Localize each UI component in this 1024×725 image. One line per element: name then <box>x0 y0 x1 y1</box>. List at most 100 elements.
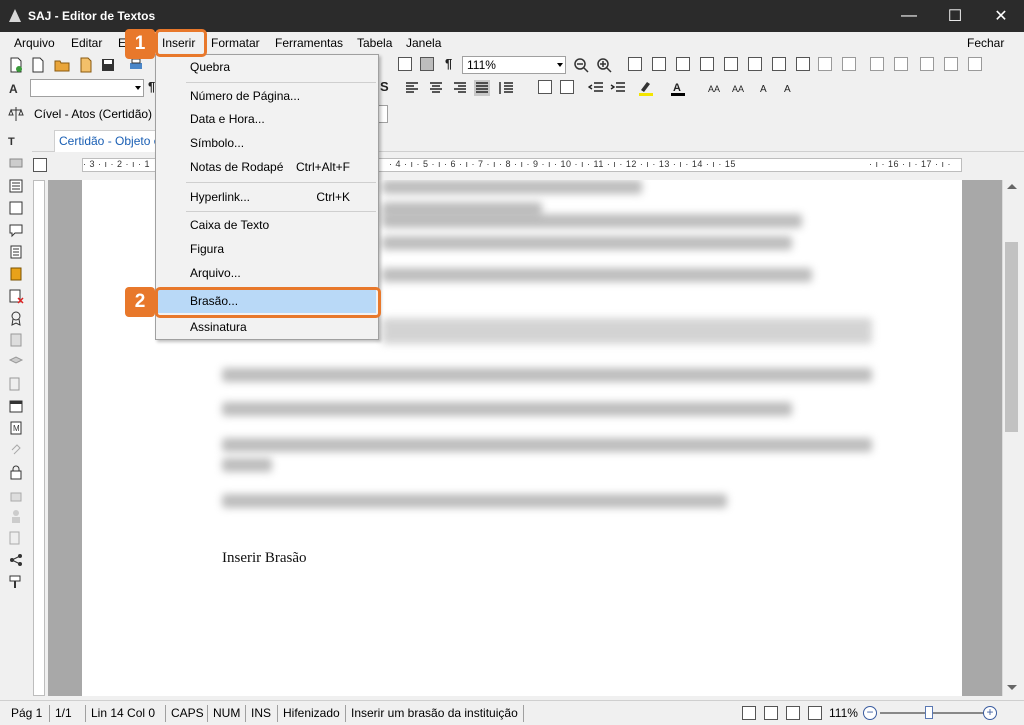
layout-7-icon[interactable] <box>772 57 786 71</box>
text-field-icon[interactable]: T <box>8 134 24 150</box>
numbering-icon[interactable] <box>538 80 552 94</box>
style-combo[interactable] <box>30 79 144 97</box>
scroll-up-icon[interactable] <box>1007 184 1017 189</box>
menu-item-arquivo[interactable]: Arquivo... <box>158 262 376 285</box>
tab-stop-selector[interactable] <box>33 158 47 172</box>
table-grid-icon[interactable] <box>420 57 434 71</box>
style-aa-icon[interactable]: A <box>8 80 24 96</box>
share-icon[interactable] <box>8 552 24 568</box>
menu-item-data-hora[interactable]: Data e Hora... <box>158 108 376 131</box>
document-icon[interactable] <box>30 57 46 73</box>
remove-field-icon[interactable] <box>8 288 24 304</box>
sign-icon[interactable]: M <box>8 420 24 436</box>
menu-arquivo[interactable]: Arquivo <box>14 36 55 50</box>
comment-icon[interactable] <box>8 222 24 238</box>
layout-4-icon[interactable] <box>700 57 714 71</box>
scroll-thumb[interactable] <box>1005 242 1018 432</box>
layout-8-icon[interactable] <box>796 57 810 71</box>
insert-table-icon[interactable] <box>398 57 412 71</box>
lowercase-icon[interactable]: AA <box>732 80 748 96</box>
open-folder-icon[interactable] <box>54 57 70 73</box>
lock-icon[interactable] <box>8 464 24 480</box>
bullets-icon[interactable] <box>560 80 574 94</box>
archive-icon[interactable] <box>8 266 24 282</box>
calendar-icon[interactable] <box>8 398 24 414</box>
print-icon[interactable] <box>128 57 144 73</box>
align-right-icon[interactable] <box>452 80 468 96</box>
vertical-scrollbar[interactable] <box>1002 180 1020 696</box>
table-props-icon[interactable] <box>944 57 958 71</box>
new-document-icon[interactable] <box>8 57 24 73</box>
zoom-slider-thumb[interactable] <box>925 706 933 719</box>
view-web-icon[interactable] <box>786 706 800 720</box>
layout-6-icon[interactable] <box>748 57 762 71</box>
bold-button[interactable]: S <box>380 79 389 94</box>
model-combo-label[interactable]: Cível - Atos (Certidão) <box>34 107 152 121</box>
grow-font-icon[interactable]: A <box>760 80 776 96</box>
list-icon[interactable] <box>8 244 24 260</box>
shrink-font-icon[interactable]: A <box>784 80 800 96</box>
save-icon[interactable] <box>100 57 116 73</box>
paint-icon[interactable] <box>8 574 24 590</box>
menu-item-figura[interactable]: Figura <box>158 238 376 261</box>
export-pdf-icon[interactable] <box>78 57 94 73</box>
uppercase-icon[interactable]: AA <box>708 80 724 96</box>
attach-icon[interactable] <box>8 442 24 458</box>
field-icon[interactable] <box>8 156 24 172</box>
font-color-icon[interactable]: A <box>670 80 686 96</box>
menu-fechar[interactable]: Fechar <box>967 36 1004 50</box>
zoom-out-button[interactable]: − <box>863 706 877 720</box>
outdent-icon[interactable] <box>588 80 604 96</box>
show-marks-icon[interactable]: ¶ <box>445 56 452 71</box>
table-insert-row-icon[interactable] <box>818 57 832 71</box>
export-icon[interactable] <box>8 530 24 546</box>
menu-formatar[interactable]: Formatar <box>211 36 260 50</box>
menu-tabela[interactable]: Tabela <box>357 36 392 50</box>
menu-ferramentas[interactable]: Ferramentas <box>275 36 343 50</box>
view-outline-icon[interactable] <box>808 706 822 720</box>
indent-icon[interactable] <box>610 80 626 96</box>
scroll-down-icon[interactable] <box>1007 685 1017 690</box>
menu-editar[interactable]: Editar <box>71 36 102 50</box>
user-icon[interactable] <box>8 508 24 524</box>
table-split-icon[interactable] <box>894 57 908 71</box>
line-spacing-icon[interactable] <box>498 80 514 96</box>
justify-icon[interactable] <box>474 80 490 96</box>
layout-2-icon[interactable] <box>652 57 666 71</box>
maximize-button[interactable]: ☐ <box>932 0 978 32</box>
search-doc-icon[interactable] <box>8 376 24 392</box>
lock-open-icon[interactable] <box>8 486 24 502</box>
stamp-icon[interactable] <box>8 200 24 216</box>
column-icon[interactable] <box>8 332 24 348</box>
award-icon[interactable] <box>8 310 24 326</box>
view-draft-icon[interactable] <box>764 706 778 720</box>
menu-item-assinatura[interactable]: Assinatura <box>158 316 376 339</box>
layout-5-icon[interactable] <box>724 57 738 71</box>
table-delete-icon[interactable] <box>920 57 934 71</box>
close-button[interactable]: ✕ <box>978 0 1024 32</box>
table-insert-col-icon[interactable] <box>842 57 856 71</box>
menu-item-simbolo[interactable]: Símbolo... <box>158 132 376 155</box>
highlight-icon[interactable] <box>638 80 654 96</box>
table-borders-icon[interactable] <box>968 57 982 71</box>
scales-icon[interactable] <box>8 106 24 122</box>
vertical-ruler[interactable] <box>33 180 45 696</box>
layout-3-icon[interactable] <box>676 57 690 71</box>
menu-item-numero-pagina[interactable]: Número de Página... <box>158 85 376 108</box>
form-icon[interactable] <box>8 178 24 194</box>
menu-item-caixa-texto[interactable]: Caixa de Texto <box>158 214 376 237</box>
stack-icon[interactable] <box>8 354 24 370</box>
zoom-out-icon[interactable] <box>573 57 589 73</box>
zoom-combo[interactable]: 111% <box>462 56 566 74</box>
table-merge-icon[interactable] <box>870 57 884 71</box>
zoom-in-button[interactable]: + <box>983 706 997 720</box>
menu-item-quebra[interactable]: Quebra <box>158 56 376 79</box>
layout-icon[interactable] <box>628 57 642 71</box>
align-left-icon[interactable] <box>404 80 420 96</box>
align-center-icon[interactable] <box>428 80 444 96</box>
minimize-button[interactable]: — <box>886 0 932 32</box>
menu-janela[interactable]: Janela <box>406 36 441 50</box>
view-page-icon[interactable] <box>742 706 756 720</box>
menu-item-notas-rodape[interactable]: Notas de Rodapé Ctrl+Alt+F <box>158 156 376 179</box>
menu-item-hyperlink[interactable]: Hyperlink... Ctrl+K <box>158 186 376 209</box>
